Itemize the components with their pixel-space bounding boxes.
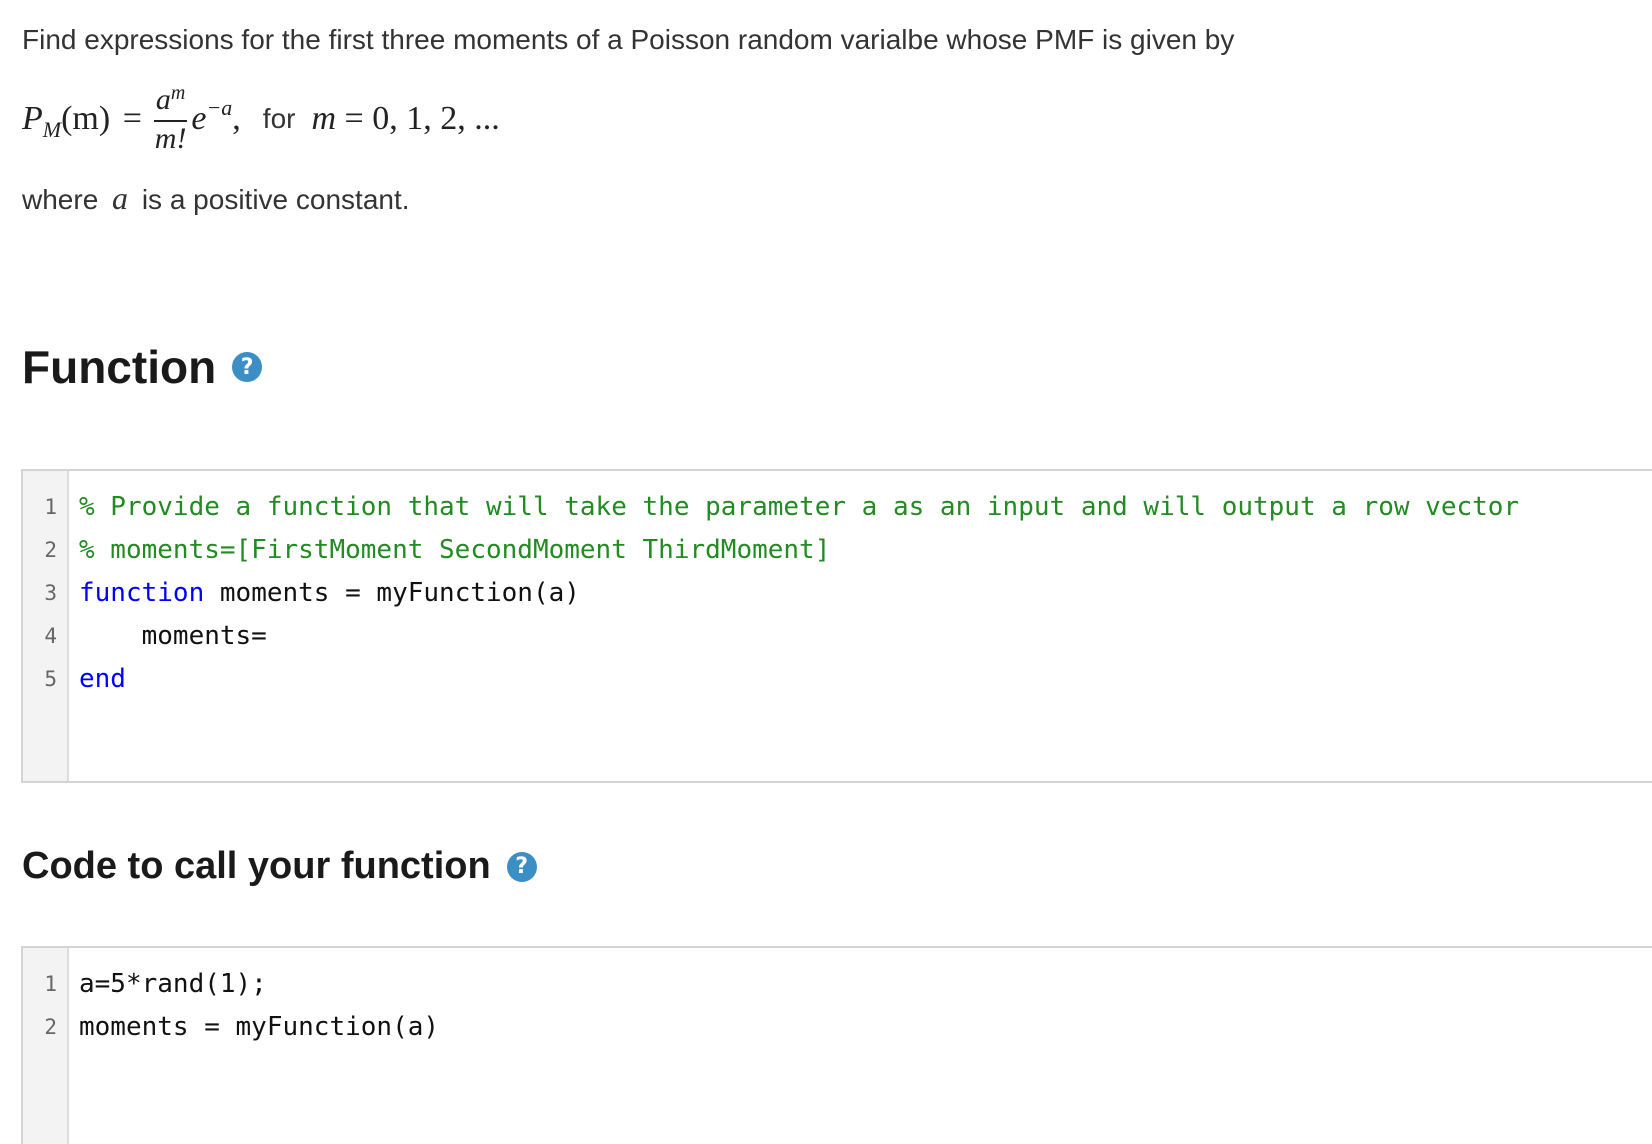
code-text: moments = myFunction(a) bbox=[79, 1012, 440, 1042]
line-number: 4 bbox=[44, 624, 57, 648]
where-suffix: is a positive constant. bbox=[141, 184, 410, 215]
formula-exponential: e−a, bbox=[191, 95, 241, 137]
code-line[interactable]: % Provide a function that will take the … bbox=[79, 486, 1652, 529]
code-text: a=5*rand(1); bbox=[79, 969, 267, 999]
formula-denominator: m! bbox=[154, 121, 187, 155]
pmf-formula: PM(m) = am m! e−a, for m = 0, 1, 2, ... bbox=[22, 82, 500, 156]
line-number: 2 bbox=[44, 538, 57, 562]
problem-prompt: Find expressions for the first three mom… bbox=[22, 24, 1235, 55]
code-line[interactable]: % moments=[FirstMoment SecondMoment Thir… bbox=[79, 529, 1652, 572]
line-number-gutter: 1 2 3 4 5 bbox=[23, 471, 69, 781]
call-title-text: Code to call your function bbox=[22, 845, 491, 887]
code-keyword: function bbox=[79, 578, 205, 608]
line-number-gutter: 1 2 bbox=[23, 948, 69, 1144]
code-area[interactable]: a=5*rand(1); moments = myFunction(a) bbox=[69, 948, 1652, 1144]
call-section-title: Code to call your function ? bbox=[22, 845, 537, 888]
formula-lhs-symbol: P bbox=[22, 100, 43, 137]
line-number: 3 bbox=[44, 581, 57, 605]
function-section-title: Function ? bbox=[22, 340, 263, 394]
formula-numerator: am bbox=[153, 82, 188, 122]
formula-for-word: for bbox=[262, 103, 296, 134]
formula-lhs-arg: (m) bbox=[61, 100, 111, 137]
line-number: 1 bbox=[44, 972, 57, 996]
line-number: 5 bbox=[44, 667, 57, 691]
code-text: moments = myFunction(a) bbox=[204, 578, 580, 608]
line-number: 1 bbox=[44, 495, 57, 519]
formula-fraction: am m! bbox=[153, 82, 188, 156]
code-area[interactable]: % Provide a function that will take the … bbox=[69, 471, 1652, 781]
where-prefix: where bbox=[22, 184, 99, 215]
function-title-text: Function bbox=[22, 341, 217, 393]
formula-lhs-subscript: M bbox=[42, 117, 62, 142]
code-comment: % Provide a function that will take the … bbox=[79, 492, 1520, 522]
code-comment: % moments=[FirstMoment SecondMoment Thir… bbox=[79, 535, 831, 565]
formula-domain: m = 0, 1, 2, ... bbox=[311, 100, 500, 137]
help-icon[interactable]: ? bbox=[232, 352, 263, 382]
function-code-editor[interactable]: 1 2 3 4 5 % Provide a function that will… bbox=[21, 469, 1652, 783]
code-line[interactable]: function moments = myFunction(a) bbox=[79, 572, 1652, 615]
formula-equals: = bbox=[122, 100, 142, 137]
constant-description: where a is a positive constant. bbox=[22, 180, 410, 217]
line-number: 2 bbox=[44, 1015, 57, 1039]
formula-lhs: PM(m) = bbox=[22, 100, 146, 142]
code-line[interactable]: moments = myFunction(a) bbox=[79, 1006, 1652, 1049]
call-code-editor[interactable]: 1 2 a=5*rand(1); moments = myFunction(a) bbox=[21, 946, 1652, 1144]
code-line[interactable]: a=5*rand(1); bbox=[79, 963, 1652, 1006]
code-line[interactable]: end bbox=[79, 658, 1652, 701]
code-keyword: end bbox=[79, 664, 126, 694]
where-variable: a bbox=[112, 180, 129, 216]
help-icon[interactable]: ? bbox=[506, 851, 537, 882]
code-text: moments= bbox=[79, 621, 267, 651]
code-line[interactable]: moments= bbox=[79, 615, 1652, 658]
